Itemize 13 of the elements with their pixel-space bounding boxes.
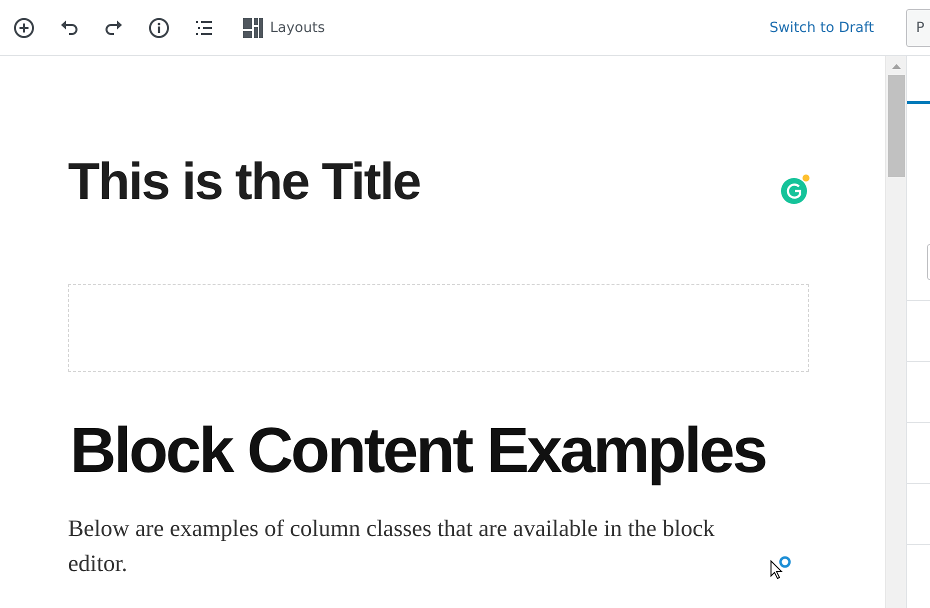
switch-to-draft-button[interactable]: Switch to Draft [769, 20, 874, 36]
scrollbar-thumb[interactable] [888, 75, 904, 177]
add-icon [12, 16, 36, 40]
info-icon [147, 16, 171, 40]
paragraph-block[interactable]: Below are examples of column classes that are available in the block editor. [68, 512, 768, 582]
block-heading[interactable]: Block Content Examples [70, 410, 885, 490]
scrollbar[interactable] [885, 56, 906, 608]
layouts-button[interactable]: Layouts [243, 18, 325, 38]
post-title[interactable]: This is the Title [68, 152, 420, 212]
layout-grid-icon [243, 18, 263, 38]
publish-button[interactable]: P [906, 8, 930, 46]
add-button[interactable] [12, 16, 36, 40]
info-button[interactable] [147, 16, 171, 40]
